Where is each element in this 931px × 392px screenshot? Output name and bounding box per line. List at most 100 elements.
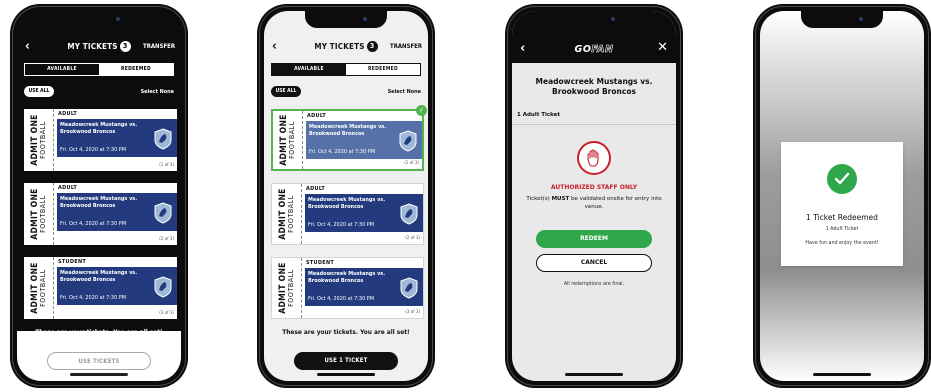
ticket-type: ADULT: [58, 185, 78, 191]
success-check-icon: [827, 164, 857, 194]
ticket-event-panel: Meadowcreek Mustangs vs. Brookwood Bronc…: [305, 268, 423, 306]
ticket-card[interactable]: ADMIT ONE FOOTBALL STUDENT Meadowcreek Mu…: [271, 257, 424, 319]
ticket-type: STUDENT: [306, 260, 335, 266]
final-note: All redemptions are final.: [563, 282, 625, 287]
success-title: 1 Ticket Redeemed: [806, 213, 878, 222]
validation-notice: Ticket(s) MUST be validated onsite for e…: [526, 196, 662, 210]
transfer-link[interactable]: TRANSFER: [143, 43, 175, 50]
ticket-event: Meadowcreek Mustangs vs. Brookwood Bronc…: [308, 197, 386, 210]
authorized-staff-warning: AUTHORIZED STAFF ONLY: [550, 184, 638, 191]
transfer-link[interactable]: TRANSFER: [390, 43, 422, 50]
back-chevron-icon[interactable]: ‹: [520, 41, 525, 56]
tab-redeemed[interactable]: REDEEMED: [99, 64, 173, 75]
ticket-stub: ADMIT ONE FOOTBALL: [272, 184, 302, 244]
ticket-count-badge: 3: [119, 41, 131, 52]
phone-frame: 1 Ticket Redeemed 1 Adult Ticket Have fu…: [753, 4, 931, 388]
ticket-event: Meadowcreek Mustangs vs. Brookwood Bronc…: [309, 124, 387, 137]
phone-frame: ‹ MY TICKETS 3 TRANSFER AVAILABLE REDEEME…: [10, 4, 188, 388]
phone-notch: [553, 11, 635, 28]
ticket-index: (1 of 3): [404, 161, 419, 166]
mustang-logo-icon: [400, 277, 418, 299]
ticket-card-selected[interactable]: ADMIT ONE FOOTBALL ADULT Meadowcreek Must…: [271, 105, 427, 171]
ticket-event-panel: Meadowcreek Mustangs vs. Brookwood Bronc…: [306, 121, 422, 159]
mustang-logo-icon: [399, 130, 417, 152]
ticket-index: (2 of 3): [159, 237, 174, 242]
app-header: ‹ GOFAN ✕: [512, 11, 676, 63]
ticket-date: Fri. Oct 4, 2020 at 7:30 PM: [309, 149, 376, 155]
home-indicator: [813, 373, 871, 376]
use-all-button[interactable]: USE ALL: [24, 86, 54, 97]
ticket-date: Fri. Oct 4, 2020 at 7:30 PM: [308, 296, 375, 302]
ticket-stub: ADMIT ONE FOOTBALL: [272, 258, 302, 318]
ticket-event: Meadowcreek Mustangs vs. Brookwood Bronc…: [60, 122, 138, 135]
phone-notch: [58, 11, 140, 28]
ticket-card[interactable]: ADMIT ONE FOOTBALL ADULT Meadowcreek Must…: [24, 109, 177, 171]
ticket-type: ADULT: [58, 111, 78, 117]
phone-notch: [305, 11, 387, 28]
ticket-date: Fri. Oct 4, 2020 at 7:30 PM: [60, 295, 127, 301]
home-indicator: [317, 373, 375, 376]
gofan-logo: GOFAN: [574, 44, 614, 56]
stop-hand-icon: [577, 141, 611, 175]
mustang-logo-icon: [400, 203, 418, 225]
ticket-card[interactable]: ADMIT ONE FOOTBALL STUDENT Meadowcreek Mu…: [24, 257, 177, 319]
ticket-card[interactable]: ADMIT ONE FOOTBALL ADULT Meadowcreek Must…: [271, 183, 424, 245]
ticket-event-panel: Meadowcreek Mustangs vs. Brookwood Bronc…: [57, 267, 177, 305]
home-indicator: [565, 373, 623, 376]
ticket-event-panel: Meadowcreek Mustangs vs. Brookwood Bronc…: [57, 119, 177, 157]
selected-check-icon: ✓: [416, 105, 427, 116]
success-screen: 1 Ticket Redeemed 1 Adult Ticket Have fu…: [760, 11, 924, 381]
ticket-list-screen: ‹ MY TICKETS 3 TRANSFER AVAILABLE REDEEME…: [17, 11, 181, 381]
ticket-list-screen: ‹ MY TICKETS 3 TRANSFER AVAILABLE REDEEME…: [264, 11, 428, 381]
ticket-card[interactable]: ADMIT ONE FOOTBALL ADULT Meadowcreek Must…: [24, 183, 177, 245]
success-message: Have fun and enjoy the event!: [805, 241, 879, 246]
use-tickets-button[interactable]: USE TICKETS: [47, 352, 151, 370]
ticket-tabs: AVAILABLE REDEEMED: [24, 63, 174, 76]
success-card: 1 Ticket Redeemed 1 Adult Ticket Have fu…: [781, 142, 903, 266]
ticket-index: (3 of 3): [159, 311, 174, 316]
header: ‹ MY TICKETS 3 TRANSFER: [264, 39, 428, 55]
divider: [512, 124, 676, 125]
mustang-logo-icon: [154, 276, 172, 298]
ticket-stub: ADMIT ONE FOOTBALL: [24, 183, 54, 245]
ticket-event: Meadowcreek Mustangs vs. Brookwood Bronc…: [308, 271, 386, 284]
ticket-event: Meadowcreek Mustangs vs. Brookwood Bronc…: [60, 196, 138, 209]
ticket-tabs: AVAILABLE REDEEMED: [271, 63, 421, 76]
tab-redeemed[interactable]: REDEEMED: [346, 64, 420, 75]
ticket-date: Fri. Oct 4, 2020 at 7:30 PM: [308, 222, 375, 228]
ticket-stub: ADMIT ONE FOOTBALL: [273, 111, 303, 169]
mustang-logo-icon: [154, 202, 172, 224]
tab-available[interactable]: AVAILABLE: [272, 64, 346, 75]
select-none-link[interactable]: Select None: [141, 89, 174, 95]
use-all-button[interactable]: USE ALL: [271, 86, 301, 97]
ticket-date: Fri. Oct 4, 2020 at 7:30 PM: [60, 147, 127, 153]
header: ‹ MY TICKETS 3 TRANSFER: [17, 39, 181, 55]
success-subtitle: 1 Adult Ticket: [825, 227, 859, 232]
use-1-ticket-button[interactable]: USE 1 TICKET: [294, 352, 398, 370]
ticket-index: (1 of 3): [159, 163, 174, 168]
ticket-event-panel: Meadowcreek Mustangs vs. Brookwood Bronc…: [57, 193, 177, 231]
home-indicator: [70, 373, 128, 376]
event-title: Meadowcreek Mustangs vs. Brookwood Bronc…: [535, 77, 653, 96]
ticket-event: Meadowcreek Mustangs vs. Brookwood Bronc…: [60, 270, 138, 283]
ticket-date: Fri. Oct 4, 2020 at 7:30 PM: [60, 221, 127, 227]
redeem-screen: ‹ GOFAN ✕ Meadowcreek Mustangs vs. Brook…: [512, 11, 676, 381]
ticket-stub: ADMIT ONE FOOTBALL: [24, 109, 54, 171]
cancel-button[interactable]: CANCEL: [536, 254, 652, 272]
close-icon[interactable]: ✕: [657, 40, 668, 55]
mustang-logo-icon: [154, 128, 172, 150]
ticket-count-badge: 3: [366, 41, 378, 52]
ticket-stub: ADMIT ONE FOOTBALL: [24, 257, 54, 319]
ticket-event-panel: Meadowcreek Mustangs vs. Brookwood Bronc…: [305, 194, 423, 232]
phone-notch: [801, 11, 883, 28]
all-set-message: These are your tickets. You are all set!: [282, 328, 410, 336]
ticket-type: ADULT: [307, 113, 327, 119]
tab-available[interactable]: AVAILABLE: [25, 64, 99, 75]
ticket-count-label: 1 Adult Ticket: [517, 112, 561, 118]
redeem-button[interactable]: REDEEM: [536, 230, 652, 248]
ticket-index: (2 of 3): [405, 236, 420, 241]
ticket-index: (3 of 3): [405, 310, 420, 315]
ticket-type: ADULT: [306, 186, 326, 192]
phone-frame: ‹ MY TICKETS 3 TRANSFER AVAILABLE REDEEME…: [257, 4, 435, 388]
select-none-link[interactable]: Select None: [388, 89, 421, 95]
